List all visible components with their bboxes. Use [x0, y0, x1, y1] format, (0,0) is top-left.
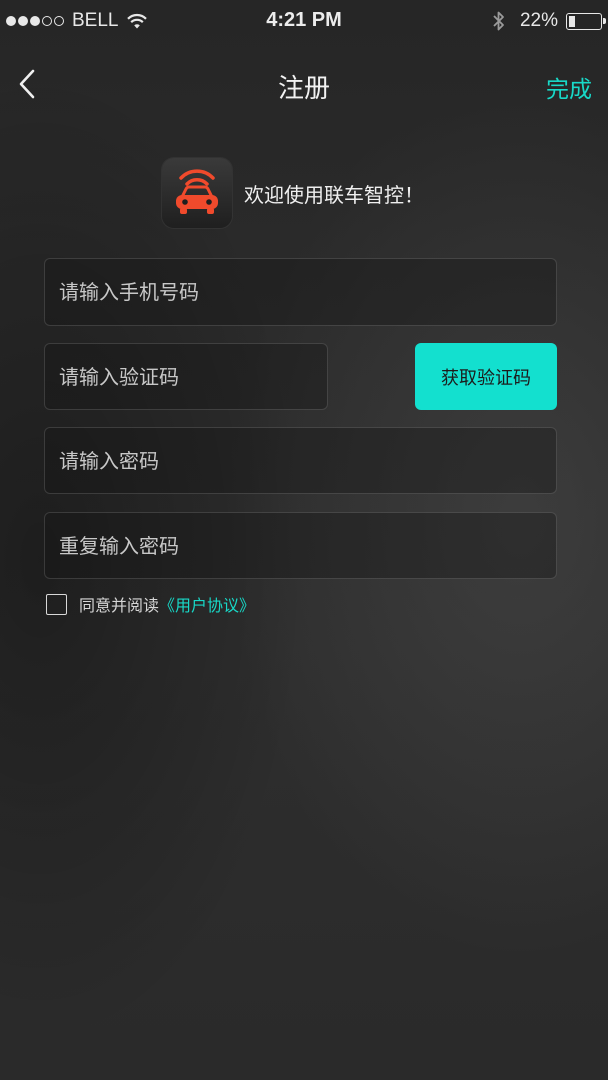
repeat-password-field	[44, 512, 557, 579]
battery-percent: 22%	[519, 10, 558, 31]
battery-fill	[569, 15, 575, 27]
agree-text: 同意并阅读	[79, 596, 160, 615]
welcome-banner: 欢迎使用联车智控！	[162, 158, 424, 228]
status-right: 22%	[492, 10, 606, 32]
car-signal-icon	[176, 169, 218, 214]
phone-field	[44, 258, 557, 326]
nav-bar: 注册 完成	[0, 50, 608, 120]
phone-input[interactable]	[45, 259, 556, 325]
repeat-password-input[interactable]	[45, 513, 556, 578]
agreement-row: 同意并阅读 《用户协议》	[46, 592, 255, 616]
user-agreement-link[interactable]: 《用户协议》	[159, 592, 255, 616]
app-logo	[162, 158, 232, 228]
password-input[interactable]	[45, 428, 556, 493]
battery-icon	[566, 12, 606, 30]
password-field	[44, 427, 557, 494]
agree-checkbox[interactable]	[46, 593, 67, 615]
register-screen: BELL 4:21 PM 22% 注册 完成 欢迎使用联车智控！ 请输入手机号码…	[0, 0, 608, 1080]
verification-code-input[interactable]	[45, 344, 327, 409]
code-field	[44, 343, 328, 410]
done-button[interactable]: 完成	[546, 70, 592, 104]
status-bar: BELL 4:21 PM 22%	[0, 0, 608, 44]
bluetooth-icon	[493, 11, 504, 31]
get-code-button[interactable]: 获取验证码	[415, 343, 557, 410]
page-title: 注册	[277, 74, 330, 104]
welcome-text: 欢迎使用联车智控！	[244, 182, 424, 207]
